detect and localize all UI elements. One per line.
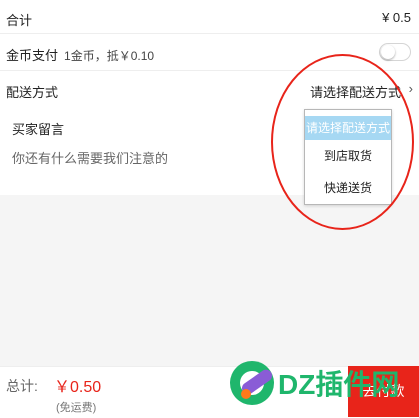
coin-payment-label: 金币支付 1金币，抵￥0.10: [6, 48, 155, 63]
buyer-message-title: 买家留言: [12, 122, 65, 137]
logo-dot-icon: [241, 389, 251, 399]
footer-total-label: 总计:: [6, 378, 38, 394]
shipping-method-label: 配送方式: [6, 85, 59, 100]
red-circle-annotation: [271, 54, 414, 230]
order-total-label: 合计: [6, 13, 33, 28]
watermark-text: DZ插件网: [278, 369, 399, 400]
coin-payment-detail: 1金币，抵￥0.10: [64, 49, 155, 63]
watermark-logo: DZ插件网: [230, 361, 399, 405]
order-total-row: 合计 ¥ 0.5: [0, 0, 419, 34]
buyer-message-input[interactable]: 你还有什么需要我们注意的: [12, 148, 168, 167]
chevron-right-icon: ›: [408, 81, 413, 96]
order-total-value: ¥ 0.5: [382, 10, 411, 25]
coin-payment-toggle[interactable]: [379, 43, 411, 61]
shipping-free-note: (免运费): [56, 402, 97, 414]
footer-total-amount: ￥0.50: [54, 379, 102, 396]
toggle-knob: [381, 45, 395, 59]
